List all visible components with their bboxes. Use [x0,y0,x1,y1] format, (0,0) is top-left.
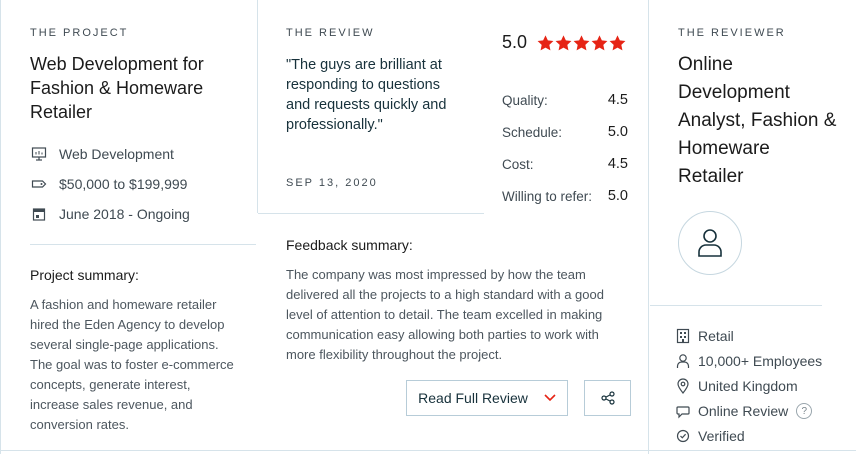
reviewer-heading: THE REVIEWER [678,27,786,39]
review-type-line: Online Review ? [676,403,813,419]
divider [650,305,822,306]
feedback-heading: Feedback summary: [286,237,413,253]
score-value: 4.5 [607,156,628,172]
score-list: Quality: 4.5 Schedule: 5.0 Cost: 4.5 Willing t… [502,84,628,212]
divider [30,244,256,245]
divider [0,0,1,454]
divider [0,450,856,451]
score-row: Schedule: 5.0 [502,116,628,148]
score-label: Cost: [502,156,534,172]
divider [257,0,258,213]
monitor-icon [31,147,47,161]
overall-rating: 5.0 [502,32,627,53]
location-pin-icon [677,378,689,394]
overall-score: 5.0 [502,32,528,52]
price-tag-icon [31,180,47,188]
score-label: Schedule: [502,124,563,140]
verified-label: Verified [698,428,745,444]
review-date: SEP 13, 2020 [286,177,378,189]
calendar-icon [32,208,46,221]
star-icon [537,34,554,50]
project-summary-heading: Project summary: [30,267,139,283]
star-icon [573,34,590,50]
score-label: Quality: [502,92,548,108]
location-line: United Kingdom [676,378,798,394]
score-row: Willing to refer: 5.0 [502,180,628,212]
score-value: 5.0 [607,124,628,140]
check-circle-icon [676,429,690,443]
company-size-label: 10,000+ Employees [698,353,823,369]
star-icon [591,34,608,50]
read-full-review-label: Read Full Review [418,390,528,406]
score-row: Cost: 4.5 [502,148,628,180]
star-icon [555,34,572,50]
service-label: Web Development [59,146,174,162]
feedback-summary: The company was most impressed by how th… [286,267,604,362]
read-full-review-button[interactable]: Read Full Review [406,380,568,416]
dates-label: June 2018 - Ongoing [59,206,190,222]
budget-label: $50,000 to $199,999 [59,176,188,192]
user-icon [698,229,722,257]
service-line: Web Development [31,146,174,162]
help-icon[interactable]: ? [796,403,813,419]
avatar [678,211,742,275]
review-quote: "The guys are brilliant at responding to… [286,57,447,133]
share-icon [600,391,615,405]
review-type-label: Online Review [698,403,789,419]
company-size-line: 10,000+ Employees [676,353,822,369]
verified-line: Verified [676,428,745,444]
industry-label: Retail [698,328,734,344]
project-heading: THE PROJECT [30,27,129,39]
star-icon [609,34,626,50]
reviewer-title: Online Development Analyst, Fashion & Ho… [678,54,837,187]
project-title: Web Development for Fashion & Homeware R… [30,54,204,122]
divider [648,0,649,454]
person-icon [676,354,690,368]
budget-line: $50,000 to $199,999 [31,176,187,192]
project-summary: A fashion and homeware retailer hired th… [30,297,234,432]
score-row: Quality: 4.5 [502,84,628,116]
building-icon [676,328,690,344]
score-value: 5.0 [607,188,628,204]
chat-bubble-icon [676,406,690,419]
star-rating [537,34,627,51]
score-value: 4.5 [607,92,628,108]
industry-line: Retail [676,328,734,344]
share-button[interactable] [584,380,631,416]
chevron-down-icon [544,394,556,402]
review-heading: THE REVIEW [286,27,375,39]
dates-line: June 2018 - Ongoing [31,206,190,222]
location-label: United Kingdom [698,378,798,394]
score-label: Willing to refer: [502,188,593,204]
divider [258,213,484,214]
